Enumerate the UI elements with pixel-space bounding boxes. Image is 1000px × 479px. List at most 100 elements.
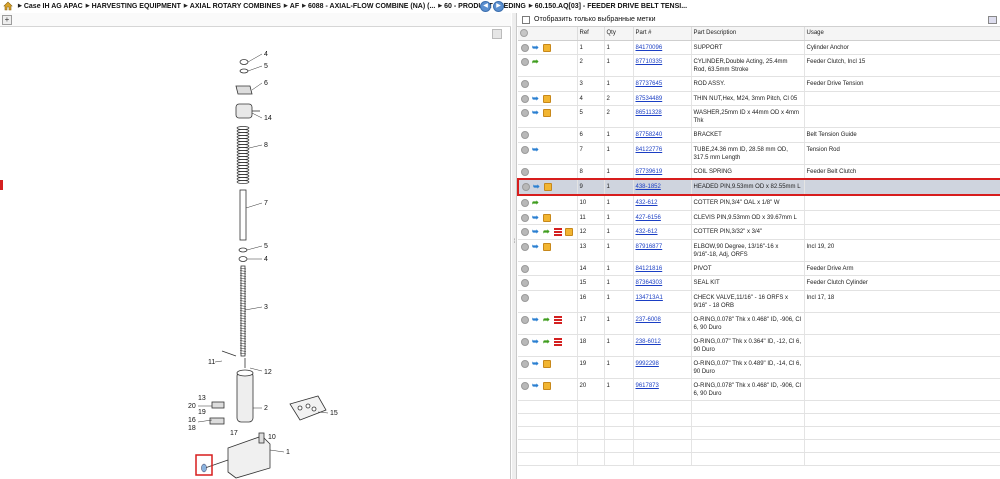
options-circle-icon[interactable] (521, 359, 529, 368)
table-row[interactable]: 15 1 87364303 SEAL KIT Feeder Clutch Cylinde… (518, 275, 1000, 291)
options-circle-icon[interactable] (521, 145, 529, 154)
part-number-link[interactable]: 432-612 (636, 200, 658, 206)
column-header-part[interactable]: Part # (633, 27, 692, 41)
table-row[interactable]: ➥ 13 1 87916877 ELBOW,90 Degree, 13/16"-16 x… (518, 239, 1000, 262)
pane-window-button[interactable] (988, 16, 997, 24)
callout-label[interactable]: 2 (264, 405, 268, 412)
callout-label[interactable]: 7 (264, 200, 268, 207)
forward-button[interactable]: ▶ (493, 1, 504, 12)
table-row[interactable]: ➥ ➦ 12 1 432-612 COTTER PIN,3/32" x 3/4" (518, 224, 1000, 240)
breadcrumb-item[interactable]: ▶ 60.150.AQ[03] - FEEDER DRIVE BELT TENSI… (526, 3, 687, 10)
callout-label[interactable]: 17 (230, 430, 238, 437)
breadcrumb-item[interactable]: ▶ HARVESTING EQUIPMENT (83, 3, 181, 10)
callout-label[interactable]: 13 (198, 395, 206, 402)
column-header-actions[interactable] (518, 27, 578, 41)
part-number-link[interactable]: 9992298 (636, 361, 659, 367)
part-number-link[interactable]: 87534489 (636, 96, 663, 102)
column-header-usage[interactable]: Usage (804, 27, 1000, 41)
package-icon[interactable] (543, 359, 551, 368)
green-arrow-icon[interactable]: ➦ (532, 58, 540, 66)
package-icon[interactable] (543, 43, 551, 52)
package-icon[interactable] (543, 94, 551, 103)
options-circle-icon[interactable] (521, 337, 529, 346)
callout-label[interactable]: 14 (264, 115, 272, 122)
table-row[interactable]: ➥ 4 2 87534489 THIN NUT,Hex, M24, 3mm Pitch,… (518, 91, 1000, 107)
package-icon[interactable] (543, 213, 551, 222)
part-number-link[interactable]: 238-6012 (636, 339, 661, 345)
callout-label[interactable]: 5 (264, 63, 268, 70)
callout-label[interactable]: 4 (264, 256, 268, 263)
info-arrow-icon[interactable]: ➥ (532, 337, 540, 346)
part-number-link[interactable]: 237-6008 (636, 317, 661, 323)
options-circle-icon[interactable] (521, 279, 529, 288)
callout-label[interactable]: 5 (264, 243, 268, 250)
part-number-link[interactable]: 134713A1 (636, 295, 663, 301)
table-row[interactable]: ➥ 19 1 9992298 O-RING,0.07" Thk x 0.489" ID,… (518, 356, 1000, 379)
flag-icon[interactable] (554, 337, 562, 346)
table-row[interactable]: ➥ 9 1 438-1852 HEADED PIN,9.53mm OD x 82.55m… (517, 178, 1000, 196)
callout-label[interactable]: 11 (208, 359, 215, 366)
table-row[interactable]: ➥ ➦ 18 1 238-6012 O-RING,0.07" Thk x 0.364" I… (518, 334, 1000, 357)
table-row[interactable]: ➥ 20 1 9617873 O-RING,0.078" Thk x 0.468" ID… (518, 378, 1000, 401)
breadcrumb-item[interactable]: ▶ 6088 - AXIAL-FLOW COMBINE (NA) (... (299, 3, 435, 10)
table-row[interactable]: 8 1 87739619 COIL SPRING Feeder Belt Clutch (518, 164, 1000, 180)
options-circle-icon[interactable] (521, 94, 529, 103)
selected-only-checkbox[interactable] (522, 15, 530, 24)
table-row[interactable]: ➥ 11 1 427-6156 CLEVIS PIN,9.53mm OD x 39.67… (518, 210, 1000, 226)
table-row[interactable]: ➥ 5 2 86511328 WASHER,25mm ID x 44mm OD x 4m… (518, 105, 1000, 129)
part-number-link[interactable]: 438-1852 (636, 184, 661, 190)
exploded-parts-diagram[interactable]: 4 5 6 14 8 7 5 4 3 11 12 2013 19 2 1618 17 10 15 1 (0, 28, 511, 479)
green-arrow-icon[interactable]: ➦ (543, 228, 551, 236)
callout-label[interactable]: 18 (188, 425, 196, 432)
table-row[interactable]: 3 1 87737645 ROD ASSY. Feeder Drive Tension (518, 76, 1000, 92)
column-header-qty[interactable]: Qty (604, 27, 634, 41)
flag-icon[interactable] (554, 228, 562, 237)
package-icon[interactable] (543, 242, 551, 251)
callout-label[interactable]: 15 (330, 410, 338, 417)
home-icon[interactable] (3, 1, 13, 11)
options-circle-icon[interactable] (521, 167, 529, 176)
column-header-ref[interactable]: Ref (577, 27, 605, 41)
callout-label[interactable]: 8 (264, 142, 268, 149)
info-arrow-icon[interactable]: ➥ (532, 43, 540, 52)
options-circle-icon[interactable] (521, 293, 529, 302)
breadcrumb-item[interactable]: ▶ Case IH AG APAC (15, 3, 83, 10)
zoom-in-button[interactable]: + (2, 15, 12, 25)
options-circle-icon[interactable] (521, 43, 529, 52)
callout-label[interactable]: 3 (264, 304, 268, 311)
table-row[interactable]: ➦ 10 1 432-612 COTTER PIN,3/4" OAL x 1/8" W (518, 194, 1000, 211)
info-arrow-icon[interactable]: ➥ (532, 359, 540, 368)
callout-label[interactable]: 10 (268, 434, 276, 441)
options-circle-icon[interactable] (521, 213, 529, 222)
column-header-description[interactable]: Part Description (691, 27, 805, 41)
info-arrow-icon[interactable]: ➥ (532, 94, 540, 103)
info-arrow-icon[interactable]: ➥ (532, 228, 540, 236)
table-row[interactable]: ➥ 1 1 84170096 SUPPORT Cylinder Anchor (518, 40, 1000, 56)
callout-label[interactable]: 1 (286, 449, 290, 456)
info-arrow-icon[interactable]: ➥ (532, 242, 540, 251)
part-number-link[interactable]: 87916877 (636, 244, 663, 250)
info-arrow-icon[interactable]: ➥ (532, 145, 540, 154)
back-button[interactable]: ◀ (480, 1, 491, 12)
breadcrumb-item[interactable]: ▶ AF (281, 3, 299, 10)
part-number-link[interactable]: 427-6156 (636, 215, 661, 221)
options-circle-icon[interactable] (521, 242, 529, 251)
callout-label[interactable]: 19 (198, 409, 206, 416)
part-number-link[interactable]: 87364303 (636, 280, 663, 286)
options-circle-icon[interactable] (522, 183, 530, 192)
options-circle-icon[interactable] (521, 131, 529, 140)
info-arrow-icon[interactable]: ➥ (533, 183, 541, 191)
callout-label[interactable]: 16 (188, 417, 196, 424)
info-arrow-icon[interactable]: ➥ (532, 315, 540, 324)
info-arrow-icon[interactable]: ➥ (532, 381, 540, 390)
callout-label[interactable]: 12 (264, 369, 272, 376)
package-icon[interactable] (544, 183, 552, 192)
part-number-link[interactable]: 87737645 (636, 81, 663, 87)
package-icon[interactable] (543, 109, 551, 118)
info-arrow-icon[interactable]: ➥ (532, 213, 540, 222)
package-icon[interactable] (543, 381, 551, 390)
flag-icon[interactable] (554, 315, 562, 324)
green-arrow-icon[interactable]: ➦ (543, 337, 551, 346)
options-circle-icon[interactable] (521, 381, 529, 390)
table-row[interactable]: ➥ 7 1 84122776 TUBE,24.36 mm ID, 28.58 mm OD… (518, 142, 1000, 165)
